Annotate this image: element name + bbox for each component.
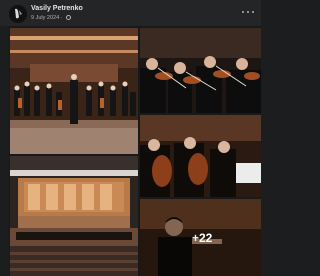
concert-hall-photo[interactable]: [10, 156, 138, 276]
more-options-icon[interactable]: [240, 6, 256, 18]
facebook-post: Vasily Petrenko 9 July 2024 · +22: [0, 0, 261, 276]
post-meta: 9 July 2024 ·: [31, 15, 72, 21]
author-avatar[interactable]: [9, 5, 27, 23]
author-name[interactable]: Vasily Petrenko: [31, 5, 83, 12]
more-photos-count[interactable]: +22: [192, 231, 212, 245]
conductor-photo[interactable]: +22: [140, 199, 261, 276]
post-header: Vasily Petrenko 9 July 2024 ·: [0, 0, 261, 26]
globe-icon: [66, 15, 72, 21]
post-date[interactable]: 9 July 2024: [31, 15, 59, 21]
orchestra-stage-photo[interactable]: [10, 28, 138, 154]
meta-separator: ·: [60, 15, 63, 21]
gallery-left-edge: [0, 26, 9, 276]
cellists-photo[interactable]: [140, 115, 261, 197]
violinists-photo[interactable]: [140, 28, 261, 113]
